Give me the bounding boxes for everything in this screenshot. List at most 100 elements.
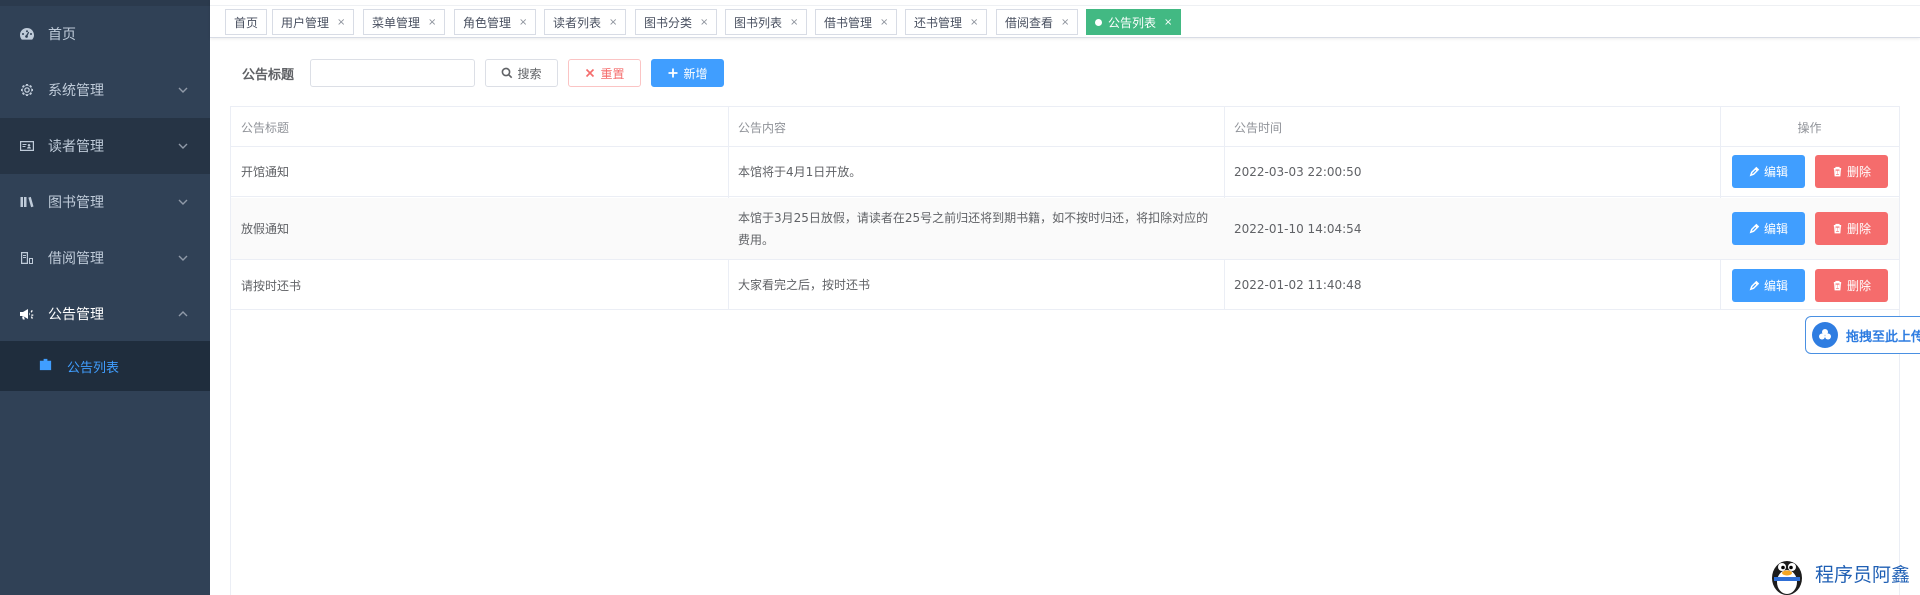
edit-button-label: 编辑 [1763, 222, 1788, 236]
close-icon[interactable]: × [519, 17, 527, 28]
sidebar-subitem-label: 公告列表 [67, 360, 120, 376]
sidebar-item-label: 读者管理 [48, 139, 104, 155]
sidebar-item-books[interactable]: 图书管理 [0, 174, 210, 230]
delete-button[interactable]: 删除 [1815, 212, 1888, 245]
sidebar-item-label: 首页 [48, 27, 76, 43]
penguin-icon [1772, 561, 1802, 595]
sidebar-item-borrow[interactable]: 借阅管理 [0, 230, 210, 286]
sidebar-item-notices[interactable]: 公告管理 [0, 286, 210, 342]
sidebar-item-label: 图书管理 [48, 195, 104, 211]
tab-label: 菜单管理 [372, 15, 421, 30]
tab-reader-list[interactable]: 读者列表 × [544, 9, 627, 35]
tab-label: 借阅查看 [1005, 15, 1054, 30]
notice-icon [38, 357, 53, 375]
chevron-down-icon [178, 84, 188, 94]
plus-icon [668, 68, 678, 78]
edit-button[interactable]: 编辑 [1732, 212, 1805, 245]
id-card-icon [18, 137, 36, 155]
column-header-content: 公告内容 [738, 120, 787, 135]
pencil-icon [1749, 223, 1760, 234]
tab-role-management[interactable]: 角色管理 × [454, 9, 537, 35]
tab-book-list[interactable]: 图书列表 × [725, 9, 808, 35]
close-icon[interactable]: × [790, 17, 798, 28]
close-icon[interactable]: × [1061, 17, 1069, 28]
tab-book-category[interactable]: 图书分类 × [635, 9, 718, 35]
reset-button-label: 重置 [600, 66, 625, 81]
column-header-actions: 操作 [1797, 120, 1822, 135]
delete-button-label: 删除 [1846, 165, 1871, 179]
tags-view: 首页 用户管理 × 菜单管理 × 角色管理 × 读者列表 × 图书分类 × 图书… [210, 0, 1920, 38]
tab-label: 还书管理 [914, 15, 963, 30]
tab-label: 首页 [234, 15, 259, 30]
baidu-cloud-icon [1812, 322, 1838, 348]
tab-borrow-management[interactable]: 借书管理 × [815, 9, 898, 35]
sidebar-item-label: 借阅管理 [48, 251, 104, 267]
column-header-title: 公告标题 [241, 120, 290, 135]
table-header: 公告标题 公告内容 公告时间 操作 [231, 107, 1899, 147]
edit-button-label: 编辑 [1763, 165, 1788, 179]
cell-time: 2022-01-10 14:04:54 [1234, 221, 1362, 236]
tab-label: 图书分类 [644, 15, 693, 30]
reset-button[interactable]: 重置 [568, 59, 641, 87]
drag-upload-widget[interactable]: 拖拽至此上传 [1805, 316, 1920, 354]
search-label: 公告标题 [242, 68, 295, 83]
delete-button[interactable]: 删除 [1815, 269, 1888, 302]
active-dot-icon [1095, 18, 1102, 26]
search-button[interactable]: 搜索 [485, 59, 558, 87]
sidebar-item-readers[interactable]: 读者管理 [0, 118, 210, 174]
watermark: 程序员阿鑫 [1765, 552, 1910, 595]
tab-label: 图书列表 [734, 15, 783, 30]
cell-time: 2022-03-03 22:00:50 [1234, 164, 1362, 179]
cell-content: 大家看完之后，按时还书 [738, 278, 871, 292]
edit-button[interactable]: 编辑 [1732, 269, 1805, 302]
cell-title: 放假通知 [241, 222, 290, 236]
sidebar-subitem-notice-list[interactable]: 公告列表 [0, 341, 210, 391]
edit-button-label: 编辑 [1763, 279, 1788, 293]
close-icon[interactable]: × [700, 17, 708, 28]
table-row: 请按时还书 大家看完之后，按时还书 2022-01-02 11:40:48 编辑… [231, 261, 1899, 310]
close-icon[interactable]: × [609, 17, 617, 28]
close-icon[interactable]: × [337, 17, 345, 28]
pencil-icon [1749, 166, 1760, 177]
close-icon [586, 68, 595, 78]
cell-time: 2022-01-02 11:40:48 [1234, 278, 1362, 292]
chevron-down-icon [178, 140, 188, 150]
delete-button-label: 删除 [1846, 279, 1871, 293]
tab-menu-management[interactable]: 菜单管理 × [363, 9, 446, 35]
tab-label: 借书管理 [824, 15, 873, 30]
close-icon[interactable]: × [1164, 17, 1172, 28]
delete-button-label: 删除 [1846, 222, 1871, 236]
watermark-text: 程序员阿鑫 [1815, 564, 1911, 586]
cell-title: 请按时还书 [241, 278, 302, 293]
trash-icon [1833, 166, 1842, 177]
chevron-down-icon [178, 252, 188, 262]
tab-user-management[interactable]: 用户管理 × [272, 9, 355, 35]
notice-title-input[interactable] [310, 59, 475, 87]
tab-notice-list[interactable]: 公告列表 × [1086, 9, 1182, 35]
table-row: 开馆通知 本馆将于4月1日开放。 2022-03-03 22:00:50 编辑 … [231, 147, 1899, 197]
pencil-icon [1749, 280, 1760, 291]
cell-title: 开馆通知 [241, 165, 290, 179]
drag-upload-label: 拖拽至此上传 [1846, 329, 1920, 345]
sidebar: 首页 系统管理 读者管理 图书管理 借阅管理 公告管理 公告列表 [0, 0, 210, 595]
tab-label: 公告列表 [1108, 15, 1157, 30]
cell-content: 本馆将于4月1日开放。 [738, 164, 862, 179]
delete-button[interactable]: 删除 [1815, 155, 1888, 188]
tab-home[interactable]: 首页 [225, 9, 268, 35]
close-icon[interactable]: × [880, 17, 888, 28]
close-icon[interactable]: × [428, 17, 436, 28]
column-header-time: 公告时间 [1234, 120, 1283, 135]
tab-borrow-view[interactable]: 借阅查看 × [996, 9, 1079, 35]
add-button[interactable]: 新增 [651, 59, 724, 87]
table-row: 放假通知 本馆于3月25日放假，请读者在25号之前归还将到期书籍，如不按时归还，… [231, 198, 1899, 260]
trash-icon [1833, 280, 1842, 291]
chevron-up-icon [178, 308, 188, 318]
dashboard-icon [18, 25, 36, 43]
close-icon[interactable]: × [970, 17, 978, 28]
edit-button[interactable]: 编辑 [1732, 155, 1805, 188]
sidebar-item-home[interactable]: 首页 [0, 6, 210, 62]
add-button-label: 新增 [683, 66, 708, 81]
sidebar-item-system[interactable]: 系统管理 [0, 62, 210, 118]
tab-return-management[interactable]: 还书管理 × [905, 9, 988, 35]
app: 首页 系统管理 读者管理 图书管理 借阅管理 公告管理 公告列表 首页 用户管理… [0, 0, 1920, 595]
